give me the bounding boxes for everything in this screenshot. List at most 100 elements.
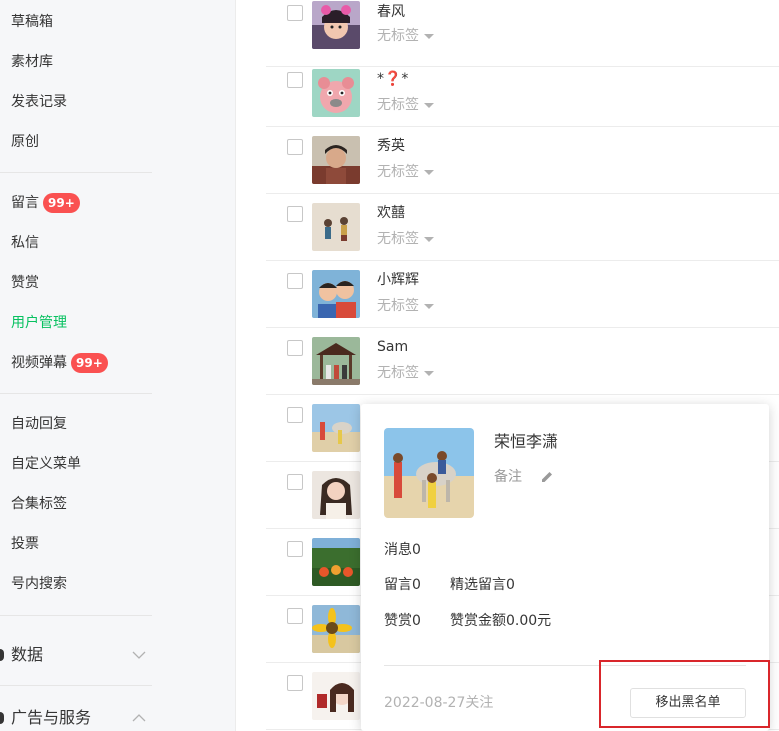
row-checkbox[interactable] [287,139,303,155]
user-name: 小辉辉 [377,272,419,288]
sidebar-item-account-search[interactable]: 号内搜索 [11,574,67,594]
tag-label: 无标签 [377,97,419,113]
sidebar-item-label: 原创 [11,134,39,150]
sidebar-item-label: 赞赏 [11,275,39,291]
sidebar-item-label: 用户管理 [11,315,67,331]
tag-label: 无标签 [377,231,419,247]
sidebar-item-custom-menu[interactable]: 自定义菜单 [11,454,81,474]
tag-selector[interactable]: 无标签 [377,162,434,182]
sidebar-divider [0,172,152,173]
sidebar-item-video-danmaku[interactable]: 视频弹幕 99+ [11,353,108,373]
card-divider [384,665,746,666]
row-checkbox[interactable] [287,273,303,289]
sidebar-item-label: 号内搜索 [11,576,67,592]
sidebar-item-label: 合集标签 [11,496,67,512]
row-checkbox[interactable] [287,608,303,624]
chevron-up-icon [132,713,146,723]
user-name: *❓* [377,71,409,87]
caret-down-icon [424,236,434,242]
like-amount-stat: 赞赏金额0.00元 [450,613,552,629]
sidebar-item-label: 投票 [11,536,39,552]
row-checkbox[interactable] [287,675,303,691]
avatar[interactable] [312,270,360,318]
section-label: 广告与服务 [11,708,92,727]
user-row: Sam 无标签 [266,328,779,395]
comments-stat: 留言0 [384,577,421,593]
tag-label: 无标签 [377,365,419,381]
row-checkbox[interactable] [287,340,303,356]
avatar[interactable] [312,1,360,49]
sidebar-item-vote[interactable]: 投票 [11,534,39,554]
tag-selector[interactable]: 无标签 [377,95,434,115]
avatar[interactable] [312,471,360,519]
sidebar-item-label: 自动回复 [11,416,67,432]
remove-from-blacklist-button[interactable]: 移出黑名单 [630,688,746,718]
avatar[interactable] [312,538,360,586]
caret-down-icon [424,169,434,175]
sidebar-item-label: 素材库 [11,54,53,70]
user-row: *❓* 无标签 [266,60,779,127]
sidebar-divider [0,685,152,686]
sidebar-item-comments[interactable]: 留言 99+ [11,193,80,213]
danmaku-count-badge: 99+ [71,353,108,373]
tag-selector[interactable]: 无标签 [377,363,434,383]
sidebar-item-publish-history[interactable]: 发表记录 [11,92,67,112]
avatar[interactable] [312,203,360,251]
sidebar-item-material-library[interactable]: 素材库 [11,52,53,72]
user-row: 小辉辉 无标签 [266,261,779,328]
row-checkbox[interactable] [287,407,303,423]
sidebar: 草稿箱 素材库 发表记录 原创 留言 99+ 私信 赞赏 用户管理 视频弹幕 99+… [0,0,236,731]
user-row: 秀英 无标签 [266,127,779,194]
sidebar-divider [0,615,152,616]
chevron-down-icon [132,650,146,660]
sidebar-item-original[interactable]: 原创 [11,132,39,152]
messages-stat: 消息0 [384,542,421,558]
row-checkbox[interactable] [287,474,303,490]
sidebar-section-ads-services[interactable]: 广告与服务 [0,706,152,730]
avatar[interactable] [312,136,360,184]
follow-date: 2022-08-27关注 [384,695,494,711]
sidebar-section-data[interactable]: 数据 [0,643,152,667]
user-name: 秀英 [377,138,405,154]
section-icon [0,712,4,724]
likes-stat: 赞赏0 [384,613,421,629]
caret-down-icon [424,370,434,376]
featured-comments-stat: 精选留言0 [450,577,515,593]
sidebar-item-label: 私信 [11,235,39,251]
avatar[interactable] [312,337,360,385]
edit-pencil-icon[interactable] [540,469,554,483]
sidebar-item-label: 草稿箱 [11,14,53,30]
tag-selector[interactable]: 无标签 [377,229,434,249]
sidebar-divider [0,393,152,394]
tag-selector[interactable]: 无标签 [377,26,434,46]
tag-label: 无标签 [377,164,419,180]
avatar[interactable] [312,69,360,117]
sidebar-item-collection-tags[interactable]: 合集标签 [11,494,67,514]
sidebar-item-drafts[interactable]: 草稿箱 [11,12,53,32]
row-checkbox[interactable] [287,206,303,222]
user-name: 欢囍 [377,205,405,221]
caret-down-icon [424,303,434,309]
sidebar-item-auto-reply[interactable]: 自动回复 [11,414,67,434]
avatar[interactable] [312,605,360,653]
user-name: Sam [377,339,409,355]
row-checkbox[interactable] [287,72,303,88]
user-row: 欢囍 无标签 [266,194,779,261]
tag-label: 无标签 [377,28,419,44]
sidebar-item-private-messages[interactable]: 私信 [11,233,39,253]
row-checkbox[interactable] [287,5,303,21]
sidebar-item-label: 发表记录 [11,94,67,110]
comments-count-badge: 99+ [43,193,80,213]
sidebar-item-appreciation[interactable]: 赞赏 [11,273,39,293]
sidebar-item-label: 视频弹幕 [11,355,67,371]
avatar[interactable] [312,404,360,452]
section-icon [0,649,4,661]
tag-selector[interactable]: 无标签 [377,296,434,316]
avatar[interactable] [312,672,360,720]
row-checkbox[interactable] [287,541,303,557]
user-row: 春风 无标签 [266,0,779,67]
sidebar-item-label: 自定义菜单 [11,456,81,472]
sidebar-item-user-management[interactable]: 用户管理 [11,313,67,333]
remark-label: 备注 [494,469,522,485]
caret-down-icon [424,102,434,108]
